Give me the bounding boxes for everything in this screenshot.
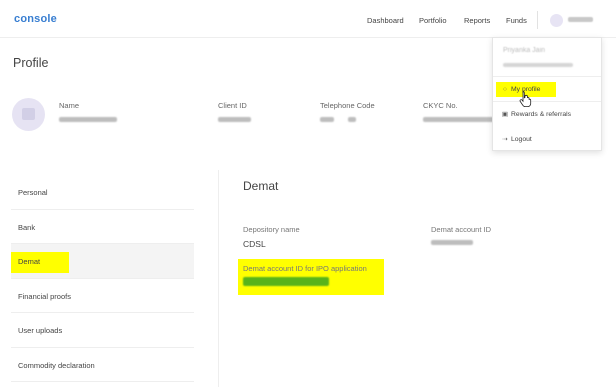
nav-avatar[interactable] (550, 14, 563, 27)
sidebar-item-label: Personal (18, 188, 48, 197)
sidebar-item-label: Demat (18, 257, 41, 266)
demat-account-id-value-redacted (431, 240, 473, 245)
sidebar-item-demat[interactable]: Demat (11, 244, 194, 279)
hand-cursor-icon (519, 91, 532, 107)
top-nav-bar: console Dashboard Portfolio Reports Fund… (0, 0, 616, 38)
nav-portfolio[interactable]: Portfolio (419, 16, 447, 25)
sidebar-item-label: Bank (18, 222, 36, 232)
sidebar-item-bank[interactable]: Bank (11, 210, 194, 244)
dropdown-divider (493, 76, 601, 77)
menu-item-rewards[interactable]: ▣ Rewards & referrals (501, 110, 572, 119)
sidebar-item-label: Commodity declaration (18, 360, 95, 370)
profile-avatar (12, 98, 45, 131)
user-icon: ○ (503, 86, 507, 93)
nav-user-id-redacted[interactable] (568, 17, 593, 22)
ckyc-label: CKYC No. (423, 101, 458, 110)
sidebar-item-commodity-declaration[interactable]: Commodity declaration (11, 348, 194, 382)
depository-name-value: CDSL (243, 239, 266, 249)
sidebar-item-financial-proofs[interactable]: Financial proofs (11, 279, 194, 313)
ckyc-value-redacted (423, 117, 498, 122)
nav-divider (537, 11, 538, 29)
nav-reports[interactable]: Reports (464, 16, 490, 25)
profile-sidebar: Personal Bank Demat Financial proofs Use… (11, 175, 194, 382)
nav-funds[interactable]: Funds (506, 16, 527, 25)
client-id-label: Client ID (218, 101, 247, 110)
name-label: Name (59, 101, 80, 110)
menu-item-label: Logout (511, 135, 532, 143)
depository-name-label: Depository name (243, 225, 300, 234)
sidebar-item-personal[interactable]: Personal (11, 175, 194, 210)
sidebar-item-label: Financial proofs (18, 291, 71, 301)
logout-icon: ⇢ (502, 136, 508, 143)
dropdown-divider (493, 101, 601, 102)
telephone-code-label: Telephone Code (320, 101, 375, 110)
menu-item-label: Rewards & referrals (511, 110, 572, 118)
page-title: Profile (13, 56, 49, 70)
avatar-placeholder-icon (22, 108, 35, 120)
menu-item-logout[interactable]: ⇢ Logout (501, 135, 532, 144)
dropdown-user-name: Priyanka Jain (503, 47, 546, 54)
ipo-demat-account-value-redacted (243, 277, 329, 286)
content-divider (218, 170, 219, 387)
user-dropdown-menu: Priyanka Jain ○ My profile ▣ Rewards & r… (492, 37, 602, 151)
name-value-redacted (59, 117, 117, 122)
telephone-code-value-redacted (320, 117, 334, 122)
gift-icon: ▣ (501, 111, 509, 118)
section-title: Demat (243, 179, 279, 193)
telephone-code-value-redacted-2 (348, 117, 356, 122)
demat-account-id-label: Demat account ID (431, 225, 492, 234)
client-id-value-redacted (218, 117, 251, 122)
sidebar-item-user-uploads[interactable]: User uploads (11, 313, 194, 348)
sidebar-item-label: User uploads (18, 326, 63, 335)
ipo-demat-account-label: Demat account ID for IPO application (243, 264, 367, 273)
dropdown-user-email-redacted (503, 63, 573, 67)
nav-dashboard[interactable]: Dashboard (367, 16, 404, 25)
console-logo[interactable]: console (14, 13, 57, 25)
